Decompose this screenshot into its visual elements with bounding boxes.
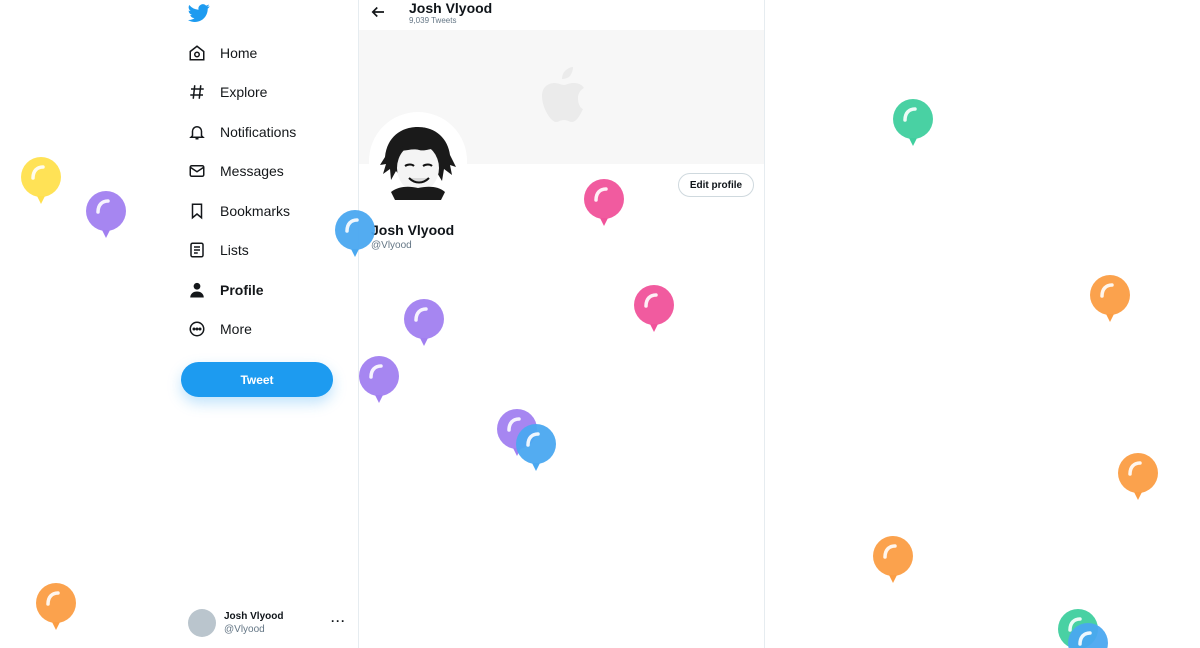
balloon-icon bbox=[872, 535, 914, 585]
balloon-icon bbox=[1057, 608, 1099, 648]
bookmark-icon bbox=[180, 199, 214, 223]
tweet-count: 9,039 Tweets bbox=[409, 16, 457, 25]
sidebar-item-bookmarks[interactable]: Bookmarks bbox=[180, 195, 290, 227]
sidebar-item-messages[interactable]: Messages bbox=[180, 155, 284, 187]
balloon-icon bbox=[1089, 274, 1131, 324]
edit-profile-button[interactable]: Edit profile bbox=[678, 173, 754, 197]
profile-header: Josh Vlyood 9,039 Tweets bbox=[359, 0, 764, 30]
more-circle-icon bbox=[180, 317, 214, 341]
balloon-icon bbox=[20, 156, 62, 206]
bell-icon bbox=[180, 120, 214, 144]
sidebar-item-label: Notifications bbox=[220, 124, 297, 140]
sidebar-item-label: Explore bbox=[220, 84, 268, 100]
sidebar-item-label: More bbox=[220, 321, 252, 337]
sidebar-item-label: Lists bbox=[220, 242, 249, 258]
arrow-left-icon[interactable] bbox=[369, 3, 387, 21]
tweet-button[interactable]: Tweet bbox=[181, 362, 333, 397]
page-title: Josh Vlyood bbox=[409, 0, 493, 16]
twitter-bird-icon[interactable] bbox=[188, 2, 210, 24]
profile-name: Josh Vlyood bbox=[371, 222, 455, 238]
sidebar-item-home[interactable]: Home bbox=[180, 37, 257, 69]
balloon-icon bbox=[35, 582, 77, 632]
account-menu-icon[interactable]: ··· bbox=[331, 614, 346, 628]
balloon-icon bbox=[1067, 622, 1109, 648]
profile-handle: @Vlyood bbox=[371, 240, 412, 251]
person-icon bbox=[180, 278, 214, 302]
sidebar-item-more[interactable]: More bbox=[180, 313, 252, 345]
account-name: Josh Vlyood bbox=[224, 611, 284, 622]
sidebar-item-profile[interactable]: Profile bbox=[180, 274, 264, 306]
profile-avatar[interactable] bbox=[369, 112, 467, 210]
sidebar: Home Explore Notifications Messages Book… bbox=[168, 0, 358, 648]
sidebar-item-label: Bookmarks bbox=[220, 203, 291, 219]
sidebar-item-notifications[interactable]: Notifications bbox=[180, 116, 296, 148]
avatar bbox=[188, 609, 216, 637]
sidebar-item-label: Profile bbox=[220, 282, 264, 298]
sidebar-item-lists[interactable]: Lists bbox=[180, 234, 249, 266]
home-icon bbox=[180, 41, 214, 65]
account-handle: @Vlyood bbox=[224, 624, 265, 635]
sidebar-item-label: Messages bbox=[220, 163, 284, 179]
sidebar-item-explore[interactable]: Explore bbox=[180, 76, 267, 108]
balloon-icon bbox=[1117, 452, 1159, 502]
balloon-icon bbox=[892, 98, 934, 148]
envelope-icon bbox=[180, 159, 214, 183]
profile-column: Josh Vlyood 9,039 Tweets Edit profile Jo… bbox=[358, 0, 765, 648]
balloon-icon bbox=[85, 190, 127, 240]
sidebar-item-label: Home bbox=[220, 45, 258, 61]
account-switcher[interactable]: Josh Vlyood @Vlyood ··· bbox=[188, 608, 358, 638]
list-icon bbox=[180, 238, 214, 262]
apple-logo-icon bbox=[537, 66, 587, 126]
hashtag-icon bbox=[180, 80, 214, 104]
